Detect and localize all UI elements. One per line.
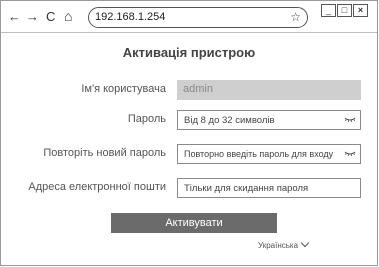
eye-closed-icon[interactable] xyxy=(344,149,356,159)
eye-closed-icon[interactable] xyxy=(344,115,356,125)
language-label: Українська xyxy=(258,241,299,250)
email-label: Адреса електронної пошти xyxy=(28,181,166,193)
username-value: admin xyxy=(183,83,213,95)
back-arrow-icon[interactable]: ← xyxy=(8,10,21,24)
language-selector[interactable]: Українська xyxy=(258,238,310,250)
password-placeholder: Від 8 до 32 символів xyxy=(184,115,275,126)
browser-window: ← → C ⌂ 192.168.1.254 ☆ _ □ × Активація … xyxy=(0,0,378,266)
username-label: Ім'я користувача xyxy=(81,83,166,95)
chevron-down-icon xyxy=(300,238,310,248)
confirm-password-input[interactable]: Повторно введіть пароль для входу xyxy=(177,144,361,164)
home-icon[interactable]: ⌂ xyxy=(64,9,72,23)
page-title: Активація пристрою xyxy=(122,45,256,60)
email-input[interactable]: Тільки для скидання пароля xyxy=(177,178,361,198)
address-text: 192.168.1.254 xyxy=(95,11,166,23)
browser-toolbar: ← → C ⌂ 192.168.1.254 ☆ _ □ × xyxy=(1,1,377,33)
forward-arrow-icon[interactable]: → xyxy=(26,10,39,24)
confirm-password-label: Повторіть новий пароль xyxy=(43,147,166,159)
star-icon[interactable]: ☆ xyxy=(290,10,301,24)
email-placeholder: Тільки для скидання пароля xyxy=(184,183,309,194)
minimize-button[interactable]: _ xyxy=(321,4,336,17)
close-button[interactable]: × xyxy=(353,4,368,17)
confirm-password-placeholder: Повторно введіть пароль для входу xyxy=(184,149,334,159)
address-bar[interactable]: 192.168.1.254 ☆ xyxy=(88,7,308,28)
password-label: Пароль xyxy=(127,113,166,125)
password-input[interactable]: Від 8 до 32 символів xyxy=(177,110,361,130)
username-field: admin xyxy=(177,80,361,100)
activate-button[interactable]: Активувати xyxy=(111,213,277,233)
reload-icon[interactable]: C xyxy=(46,10,55,24)
maximize-button[interactable]: □ xyxy=(337,4,352,17)
